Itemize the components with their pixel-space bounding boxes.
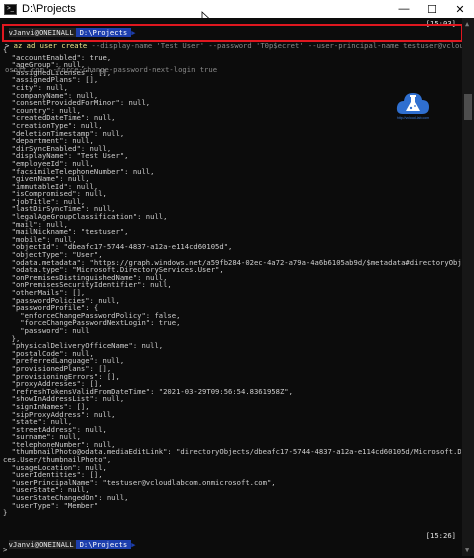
prompt-arrow-icon: ▶: [131, 540, 136, 549]
output-line: "password": null: [3, 325, 90, 335]
scroll-down-icon[interactable]: ▼: [465, 546, 469, 554]
maximize-button[interactable]: ☐: [418, 0, 446, 18]
scroll-up-icon[interactable]: ▲: [465, 20, 469, 28]
close-button[interactable]: ✕: [446, 0, 474, 18]
output-line: "legalAgeGroupClassification": null,: [3, 212, 168, 222]
input-prompt-symbol[interactable]: >: [3, 546, 7, 554]
output-line: "userType": "Member": [3, 500, 99, 510]
scrollbar-thumb[interactable]: [464, 94, 472, 120]
prompt-bottom: vJanvi@ONEINALL D:\Projects ▶ [15:26]: [0, 531, 462, 549]
vertical-scrollbar[interactable]: ▲ ▼: [462, 18, 474, 556]
logo-caption: http://vcloud-lab.com: [396, 116, 430, 120]
output-line: }: [3, 508, 8, 517]
prompt-user: vJanvi@ONEINALL: [8, 540, 76, 549]
output-line: "assignedPlans": [],: [3, 75, 99, 85]
prompt-path: D:\Projects: [75, 540, 132, 549]
terminal-app-icon: >_: [4, 3, 17, 15]
minimize-button[interactable]: —: [390, 0, 418, 18]
prompt-time: [15:26]: [425, 531, 456, 540]
window-titlebar: >_ D:\Projects — ☐ ✕: [0, 0, 474, 19]
